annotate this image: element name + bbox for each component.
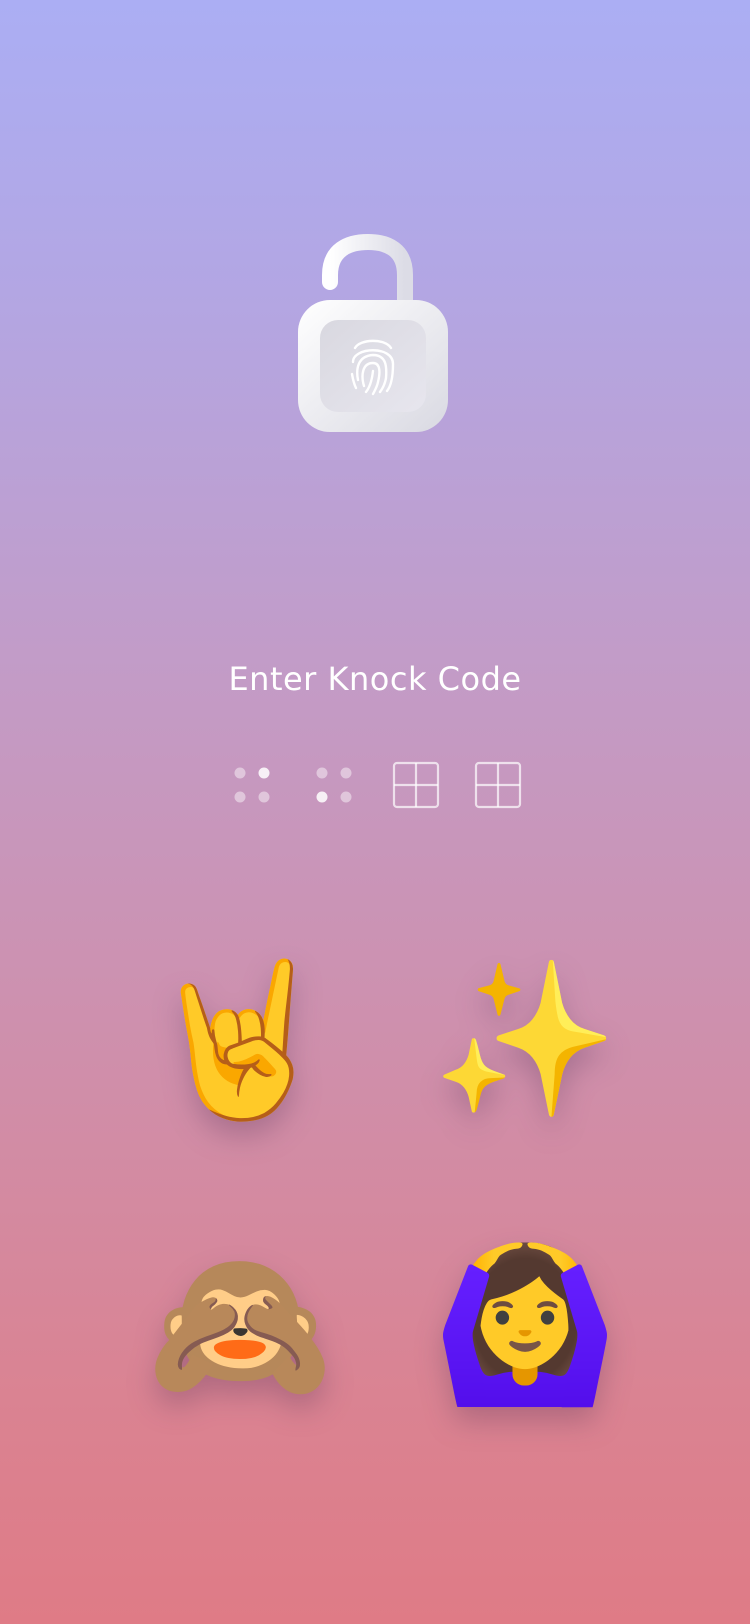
knock-code-progress xyxy=(0,756,750,814)
lock-container xyxy=(0,230,750,440)
see-no-evil-monkey-emoji: 🙈 xyxy=(146,1238,334,1412)
knock-grid-icon xyxy=(392,761,440,809)
sign-of-horns-emoji: 🤘 xyxy=(146,953,334,1127)
knock-grid-icon xyxy=(474,761,522,809)
knock-button-top-left[interactable]: 🤘 xyxy=(147,950,334,1130)
unlocked-padlock-fingerprint-icon xyxy=(298,233,448,432)
knock-button-bottom-right[interactable]: 🙆‍♀️ xyxy=(432,1235,619,1415)
sparkles-emoji: ✨ xyxy=(431,953,619,1127)
knock-button-top-right[interactable]: ✨ xyxy=(432,950,619,1130)
page-title: Enter Knock Code xyxy=(228,660,522,698)
knock-dots-icon xyxy=(234,767,270,803)
knock-dots-icon xyxy=(316,767,352,803)
knock-button-bottom-left[interactable]: 🙈 xyxy=(147,1235,334,1415)
woman-gesturing-ok-emoji: 🙆‍♀️ xyxy=(431,1238,619,1412)
